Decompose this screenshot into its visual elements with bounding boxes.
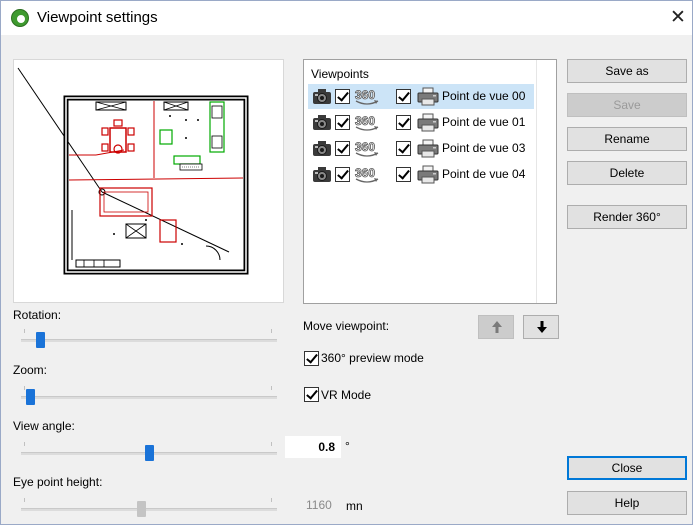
viewpoint-visible-checkbox[interactable] — [335, 115, 350, 130]
viewpoints-list[interactable]: Viewpoints 360 Point de vue 00 360 Point de… — [303, 59, 557, 304]
camera-icon[interactable] — [312, 88, 332, 105]
app-logo-icon — [11, 9, 29, 27]
360-icon[interactable]: 360 — [353, 86, 381, 107]
move-viewpoint-label: Move viewpoint: — [303, 319, 390, 333]
viewpoints-header: Viewpoints — [311, 67, 369, 81]
360-icon[interactable]: 360 — [353, 112, 381, 133]
viewpoint-print-checkbox[interactable] — [396, 89, 411, 104]
view-angle-slider-thumb[interactable] — [145, 445, 154, 461]
save-as-button[interactable]: Save as — [567, 59, 687, 83]
eye-point-height-value: 1160 — [306, 498, 332, 512]
rotation-label: Rotation: — [13, 308, 62, 322]
slider-tick — [24, 386, 25, 390]
slider-tick — [271, 386, 272, 390]
preview-360-label: 360° preview mode — [321, 351, 424, 365]
zoom-slider[interactable] — [21, 386, 277, 408]
svg-text:360: 360 — [355, 88, 375, 102]
camera-icon[interactable] — [312, 114, 332, 131]
printer-icon[interactable] — [417, 139, 439, 158]
close-icon[interactable]: ✕ — [665, 6, 691, 30]
slider-track — [21, 339, 277, 342]
eye-point-height-unit: mn — [346, 499, 363, 513]
slider-tick — [271, 442, 272, 446]
render-360-button[interactable]: Render 360° — [567, 205, 687, 229]
slider-tick — [24, 498, 25, 502]
view-angle-unit: ° — [345, 439, 350, 453]
viewpoint-name: Point de vue 04 — [442, 167, 526, 181]
viewpoint-name: Point de vue 03 — [442, 141, 526, 155]
arrow-down-icon — [537, 321, 547, 333]
title-bar: Viewpoint settings ✕ — [1, 1, 692, 35]
printer-icon[interactable] — [417, 165, 439, 184]
vr-mode-label: VR Mode — [321, 388, 372, 402]
viewpoint-name: Point de vue 00 — [442, 89, 526, 103]
slider-track — [21, 396, 277, 399]
view-angle-label: View angle: — [13, 419, 75, 433]
viewpoint-row[interactable]: 360 Point de vue 04 — [308, 162, 534, 187]
rename-button[interactable]: Rename — [567, 127, 687, 151]
viewpoint-visible-checkbox[interactable] — [335, 89, 350, 104]
slider-tick — [24, 442, 25, 446]
rotation-slider[interactable] — [21, 329, 277, 351]
slider-tick — [24, 329, 25, 333]
floor-plan-drawing — [17, 67, 249, 275]
save-button[interactable]: Save — [567, 93, 687, 117]
360-icon[interactable]: 360 — [353, 164, 381, 185]
slider-tick — [271, 498, 272, 502]
zoom-label: Zoom: — [13, 363, 48, 377]
viewpoint-print-checkbox[interactable] — [396, 141, 411, 156]
viewpoint-name: Point de vue 01 — [442, 115, 526, 129]
camera-icon[interactable] — [312, 166, 332, 183]
close-button[interactable]: Close — [567, 456, 687, 480]
360-icon[interactable]: 360 — [353, 138, 381, 159]
viewpoint-row[interactable]: 360 Point de vue 03 — [308, 136, 534, 161]
move-up-button[interactable] — [478, 315, 514, 339]
viewpoint-visible-checkbox[interactable] — [335, 141, 350, 156]
eye-point-height-slider[interactable] — [21, 498, 277, 520]
eye-point-height-slider-thumb[interactable] — [137, 501, 146, 517]
view-angle-value-field[interactable]: 0.8 — [285, 436, 341, 458]
svg-text:360: 360 — [355, 140, 375, 154]
viewpoint-settings-dialog: Viewpoint settings ✕ Rotation: Zoom: Vie… — [0, 0, 693, 525]
list-scroll-edge — [536, 60, 537, 303]
svg-text:360: 360 — [355, 166, 375, 180]
delete-button[interactable]: Delete — [567, 161, 687, 185]
slider-track — [21, 508, 277, 511]
svg-text:360: 360 — [355, 114, 375, 128]
viewpoint-row[interactable]: 360 Point de vue 01 — [308, 110, 534, 135]
printer-icon[interactable] — [417, 113, 439, 132]
arrow-up-icon — [492, 321, 502, 333]
rotation-slider-thumb[interactable] — [36, 332, 45, 348]
viewpoint-print-checkbox[interactable] — [396, 167, 411, 182]
view-angle-slider[interactable] — [21, 442, 277, 464]
eye-point-height-label: Eye point height: — [13, 475, 103, 489]
zoom-slider-thumb[interactable] — [26, 389, 35, 405]
floor-plan-preview[interactable] — [13, 59, 284, 303]
printer-icon[interactable] — [417, 87, 439, 106]
viewpoint-visible-checkbox[interactable] — [335, 167, 350, 182]
vr-mode-checkbox[interactable] — [304, 387, 319, 402]
dialog-title: Viewpoint settings — [37, 9, 158, 26]
viewpoint-print-checkbox[interactable] — [396, 115, 411, 130]
preview-360-checkbox[interactable] — [304, 351, 319, 366]
help-button[interactable]: Help — [567, 491, 687, 515]
viewpoint-row[interactable]: 360 Point de vue 00 — [308, 84, 534, 109]
move-down-button[interactable] — [523, 315, 559, 339]
slider-tick — [271, 329, 272, 333]
camera-icon[interactable] — [312, 140, 332, 157]
